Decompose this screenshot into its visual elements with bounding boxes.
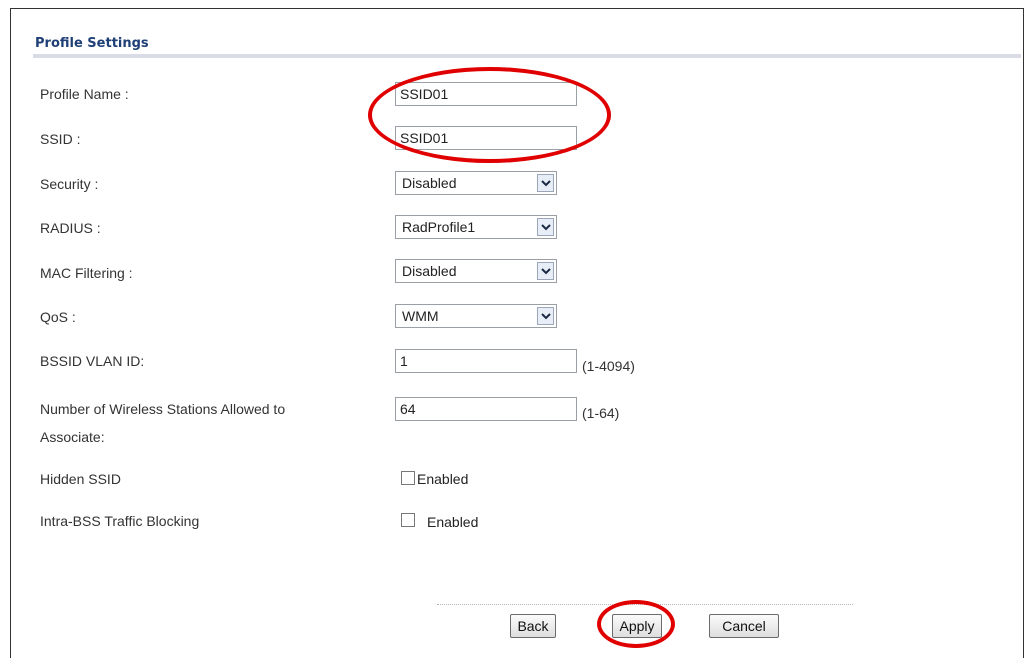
mac-filtering-label: MAC Filtering : — [40, 265, 133, 281]
hidden-ssid-label: Hidden SSID — [40, 471, 121, 487]
chevron-down-icon[interactable] — [537, 262, 554, 280]
mac-filtering-value: Disabled — [402, 263, 457, 279]
chevron-down-icon[interactable] — [537, 307, 554, 325]
radius-label: RADIUS : — [40, 220, 101, 236]
section-divider — [33, 54, 1021, 58]
stations-input[interactable] — [395, 397, 577, 421]
mac-filtering-select[interactable]: Disabled — [395, 259, 557, 283]
intra-bss-checkbox[interactable] — [401, 513, 415, 527]
button-divider — [437, 604, 853, 605]
hidden-ssid-enabled-label: Enabled — [417, 471, 469, 487]
qos-value: WMM — [402, 308, 439, 324]
security-select[interactable]: Disabled — [395, 171, 557, 195]
qos-select[interactable]: WMM — [395, 304, 557, 328]
bssid-vlan-label: BSSID VLAN ID: — [40, 353, 145, 369]
radius-value: RadProfile1 — [402, 219, 476, 235]
intra-bss-label: Intra-BSS Traffic Blocking — [40, 513, 200, 529]
apply-button[interactable]: Apply — [612, 614, 662, 638]
qos-label: QoS : — [40, 309, 76, 325]
radius-select[interactable]: RadProfile1 — [395, 215, 557, 239]
profile-name-label: Profile Name : — [40, 86, 129, 102]
stations-label-line2: Associate: — [40, 429, 105, 445]
ssid-label: SSID : — [40, 131, 81, 147]
security-label: Security : — [40, 176, 99, 192]
security-value: Disabled — [402, 175, 457, 191]
stations-range: (1-64) — [582, 405, 620, 421]
intra-bss-enabled-label: Enabled — [427, 514, 479, 530]
hidden-ssid-checkbox[interactable] — [401, 471, 415, 485]
cancel-button[interactable]: Cancel — [709, 614, 779, 638]
bssid-vlan-input[interactable] — [395, 349, 577, 373]
chevron-down-icon[interactable] — [537, 218, 554, 236]
bssid-vlan-range: (1-4094) — [582, 358, 635, 374]
back-button[interactable]: Back — [510, 614, 556, 638]
ssid-input[interactable] — [395, 126, 577, 150]
section-title: Profile Settings — [35, 36, 149, 51]
stations-label-line1: Number of Wireless Stations Allowed to — [40, 401, 286, 417]
chevron-down-icon[interactable] — [537, 174, 554, 192]
profile-name-input[interactable] — [395, 82, 577, 106]
